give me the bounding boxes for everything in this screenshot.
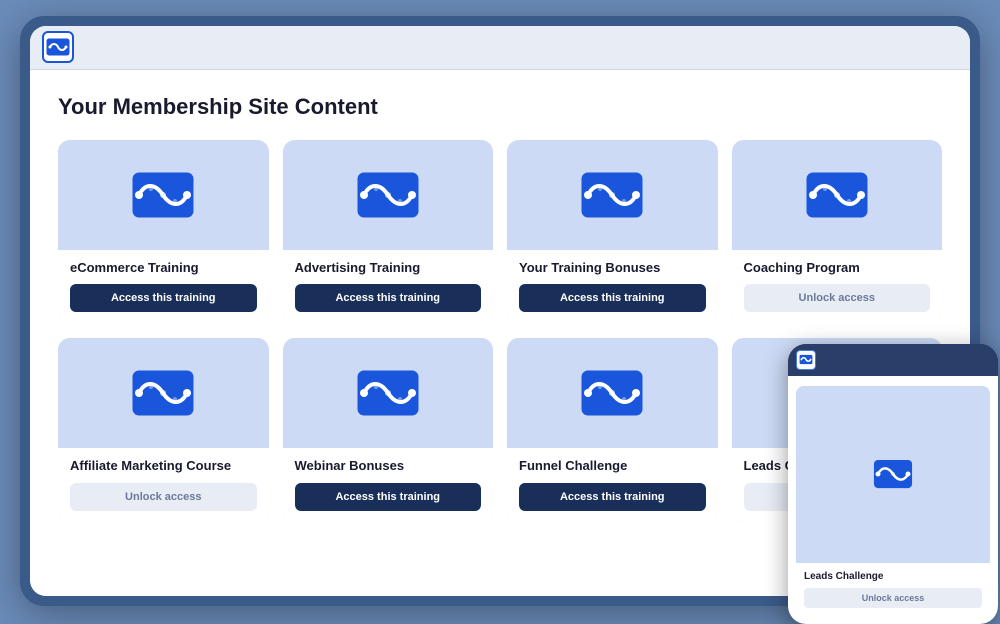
card-body-webinar-bonuses: Webinar Bonuses Access this training bbox=[283, 448, 494, 523]
tablet-unlock-button[interactable]: Unlock access bbox=[804, 588, 982, 608]
card-button-ecommerce-training[interactable]: Access this training bbox=[70, 284, 257, 312]
card-body-your-training-bonuses: Your Training Bonuses Access this traini… bbox=[507, 250, 718, 325]
card-image-your-training-bonuses bbox=[507, 140, 718, 250]
card-button-advertising-training[interactable]: Access this training bbox=[295, 284, 482, 312]
card-image-funnel-challenge bbox=[507, 338, 718, 448]
card-your-training-bonuses: Your Training Bonuses Access this traini… bbox=[507, 140, 718, 325]
card-button-webinar-bonuses[interactable]: Access this training bbox=[295, 483, 482, 511]
tablet-tab-bar bbox=[788, 344, 998, 376]
card-image-webinar-bonuses bbox=[283, 338, 494, 448]
card-image-ecommerce-training bbox=[58, 140, 269, 250]
card-body-advertising-training: Advertising Training Access this trainin… bbox=[283, 250, 494, 325]
card-title-affiliate-marketing-course: Affiliate Marketing Course bbox=[70, 458, 257, 475]
card-button-affiliate-marketing-course[interactable]: Unlock access bbox=[70, 483, 257, 511]
card-title-coaching-program: Coaching Program bbox=[744, 260, 931, 277]
card-affiliate-marketing-course: Affiliate Marketing Course Unlock access bbox=[58, 338, 269, 523]
card-webinar-bonuses: Webinar Bonuses Access this training bbox=[283, 338, 494, 523]
card-ecommerce-training: eCommerce Training Access this training bbox=[58, 140, 269, 325]
tablet-card-body: Leads Challenge Unlock access bbox=[796, 563, 990, 616]
card-body-coaching-program: Coaching Program Unlock access bbox=[732, 250, 943, 325]
card-body-affiliate-marketing-course: Affiliate Marketing Course Unlock access bbox=[58, 448, 269, 523]
tablet-card-title: Leads Challenge bbox=[804, 571, 982, 582]
card-button-coaching-program[interactable]: Unlock access bbox=[744, 284, 931, 312]
tablet-card: Leads Challenge Unlock access bbox=[796, 386, 990, 616]
card-title-ecommerce-training: eCommerce Training bbox=[70, 260, 257, 277]
page-title: Your Membership Site Content bbox=[58, 94, 942, 120]
card-image-advertising-training bbox=[283, 140, 494, 250]
tab-bar bbox=[30, 26, 970, 70]
device-frame: Your Membership Site Content eCommerce T… bbox=[20, 16, 980, 606]
card-button-your-training-bonuses[interactable]: Access this training bbox=[519, 284, 706, 312]
card-advertising-training: Advertising Training Access this trainin… bbox=[283, 140, 494, 325]
card-image-coaching-program bbox=[732, 140, 943, 250]
card-title-webinar-bonuses: Webinar Bonuses bbox=[295, 458, 482, 475]
card-funnel-challenge: Funnel Challenge Access this training bbox=[507, 338, 718, 523]
card-title-funnel-challenge: Funnel Challenge bbox=[519, 458, 706, 475]
card-coaching-program: Coaching Program Unlock access bbox=[732, 140, 943, 325]
card-body-funnel-challenge: Funnel Challenge Access this training bbox=[507, 448, 718, 523]
tablet-card-image bbox=[796, 386, 990, 563]
card-title-advertising-training: Advertising Training bbox=[295, 260, 482, 277]
app-logo bbox=[42, 31, 74, 63]
tablet-content: Leads Challenge Unlock access bbox=[788, 376, 998, 624]
card-image-affiliate-marketing-course bbox=[58, 338, 269, 448]
card-button-funnel-challenge[interactable]: Access this training bbox=[519, 483, 706, 511]
card-title-your-training-bonuses: Your Training Bonuses bbox=[519, 260, 706, 277]
tablet-overlay: Leads Challenge Unlock access bbox=[788, 344, 998, 624]
tablet-logo bbox=[796, 350, 816, 370]
card-body-ecommerce-training: eCommerce Training Access this training bbox=[58, 250, 269, 325]
